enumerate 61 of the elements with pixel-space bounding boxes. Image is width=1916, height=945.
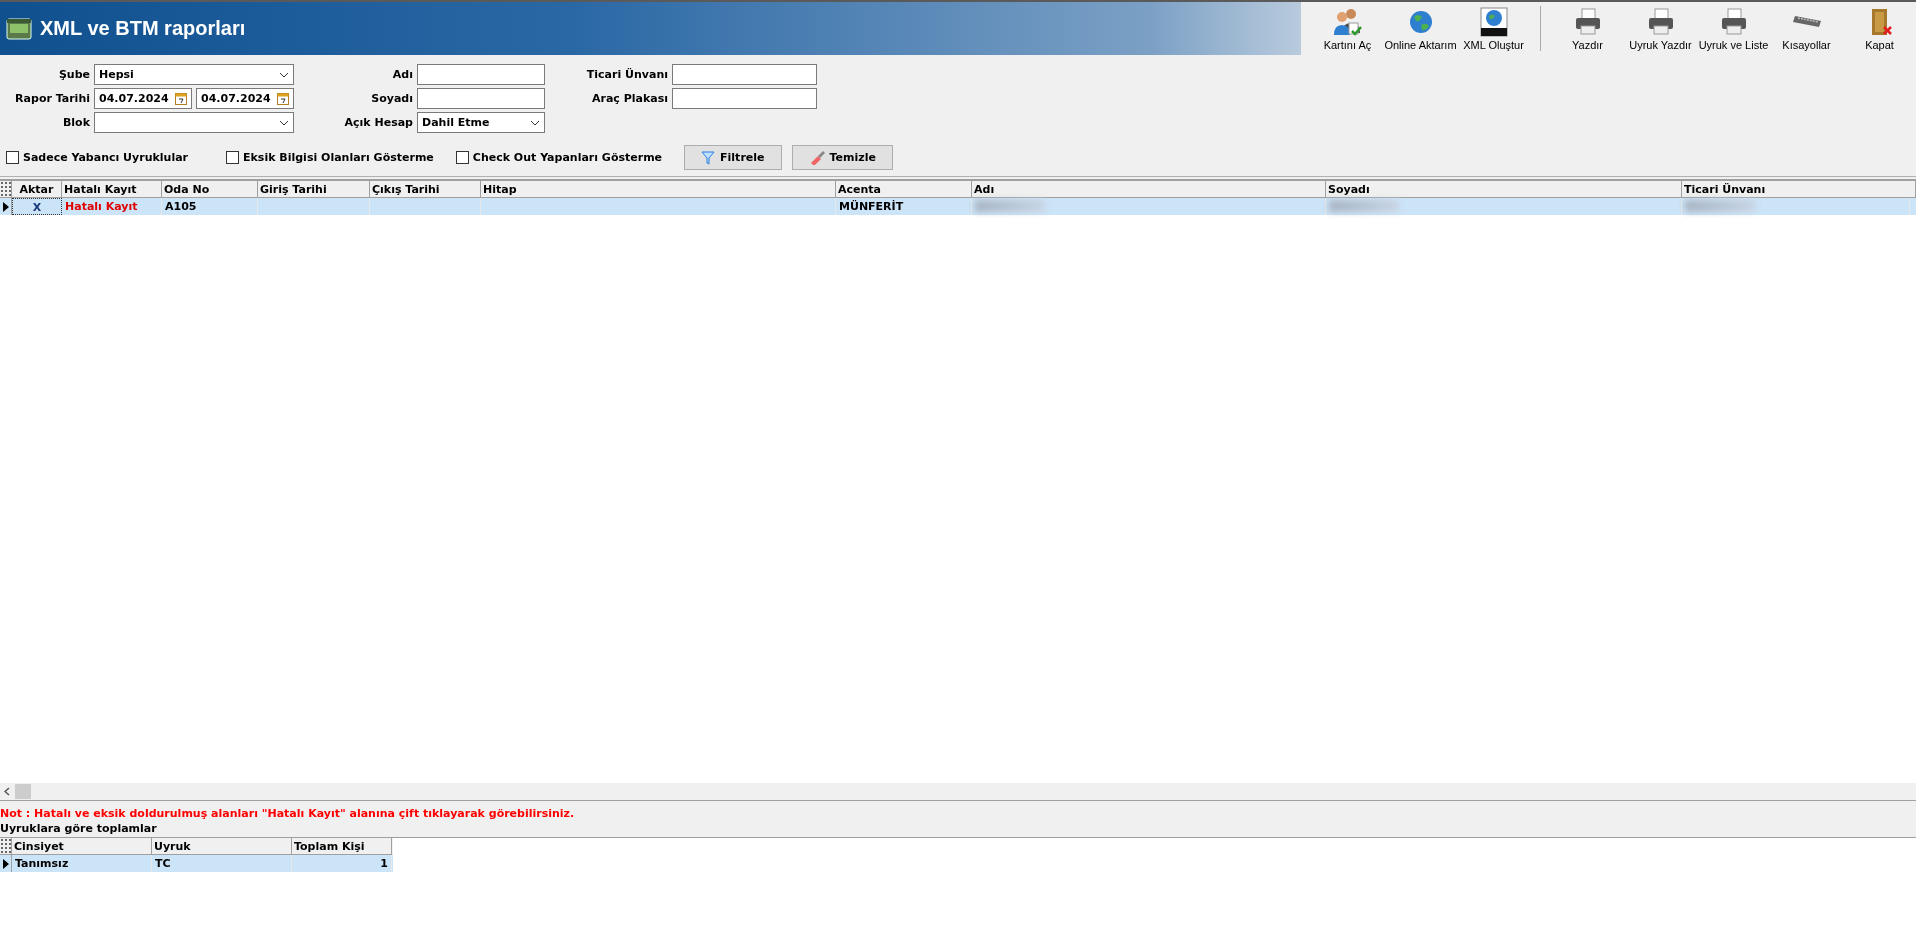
calendar-icon: [277, 92, 289, 105]
toolbar-button[interactable]: Online Aktarım: [1384, 2, 1457, 55]
table-cell: MÜNFERİT: [839, 200, 904, 215]
input-field[interactable]: [672, 64, 817, 85]
clear-button[interactable]: Temizle: [791, 145, 893, 170]
checkbox[interactable]: Check Out Yapanları Gösterme: [455, 151, 663, 164]
date-field[interactable]: 04.07.2024: [196, 88, 294, 109]
field-label: Adı: [391, 68, 413, 81]
toolbar-button[interactable]: Kapat: [1843, 2, 1916, 55]
toolbar-button[interactable]: Uyruk ve Liste: [1697, 2, 1770, 55]
chevron-icon: [279, 119, 289, 126]
table-cell: A105: [165, 200, 197, 215]
row-pointer-icon: [2, 201, 9, 212]
checkbox[interactable]: Eksik Bilgisi Olanları Gösterme: [226, 151, 434, 164]
toolbar-button[interactable]: XML Oluştur: [1457, 2, 1530, 55]
grid-corner: [0, 181, 12, 198]
xml-globe-icon: [1478, 6, 1509, 37]
calendar-icon: [175, 92, 187, 105]
table-cell: 1: [380, 857, 388, 872]
window-title: XML ve BTM raporları: [40, 17, 246, 40]
account-dropdown[interactable]: Dahil Etme: [417, 112, 545, 133]
date-field[interactable]: 04.07.2024: [94, 88, 192, 109]
field-label: Açık Hesap: [343, 116, 413, 129]
row-pointer-icon: [2, 858, 9, 869]
table-cell: TC: [155, 857, 171, 872]
funnel-icon: [701, 150, 716, 165]
xml-window-icon: [6, 15, 32, 42]
chevron-icon: [279, 71, 289, 78]
field-label: Blok: [61, 116, 90, 129]
blurred-text: [975, 200, 1045, 212]
table-cell: Hatalı Kayıt: [65, 200, 138, 215]
checkbox[interactable]: Sadece Yabancı Uyruklular: [6, 151, 188, 164]
input-field[interactable]: [672, 88, 817, 109]
field-label: Şube: [57, 68, 90, 81]
scrollbar-thumb[interactable]: [15, 784, 31, 799]
keyboard-icon: [1792, 15, 1821, 27]
table-cell: X: [32, 201, 42, 214]
field-label: Ticari Ünvanı: [585, 68, 668, 81]
toolbar-button[interactable]: Kartını Aç: [1311, 2, 1384, 55]
input-field[interactable]: [417, 64, 545, 85]
toolbar-button[interactable]: Kısayollar: [1770, 2, 1843, 55]
field-label: Rapor Tarihi: [14, 92, 90, 105]
note-text: Not : Hatalı ve eksik doldurulmuş alanları "Hatalı Kayıt" alanına çift tıklayarak görebilirsiniz.: [0, 800, 1916, 822]
field-label: Soyadı: [370, 92, 413, 105]
field-label: Araç Plakası: [590, 92, 668, 105]
table-cell: Tanımsız: [15, 857, 69, 872]
horizontal-scrollbar[interactable]: [0, 783, 1916, 800]
table-row[interactable]: X Hatalı Kayıt A105 MÜNFERİT: [0, 198, 1916, 215]
scroll-left-icon: [4, 787, 10, 796]
block-dropdown[interactable]: [94, 112, 294, 133]
filter-button[interactable]: Filtrele: [684, 145, 782, 170]
blurred-text: [1685, 200, 1755, 212]
grid-corner: [0, 838, 12, 855]
branch-dropdown[interactable]: Hepsi: [94, 64, 294, 85]
chevron-icon: [530, 119, 540, 126]
blurred-text: [1329, 200, 1399, 212]
input-field[interactable]: [417, 88, 545, 109]
toolbar-button[interactable]: Uyruk Yazdır: [1624, 2, 1697, 55]
toolbar-button[interactable]: Yazdır: [1551, 2, 1624, 55]
table-row[interactable]: Tanımsız TC 1: [0, 855, 393, 872]
people-icon: [1332, 6, 1363, 37]
